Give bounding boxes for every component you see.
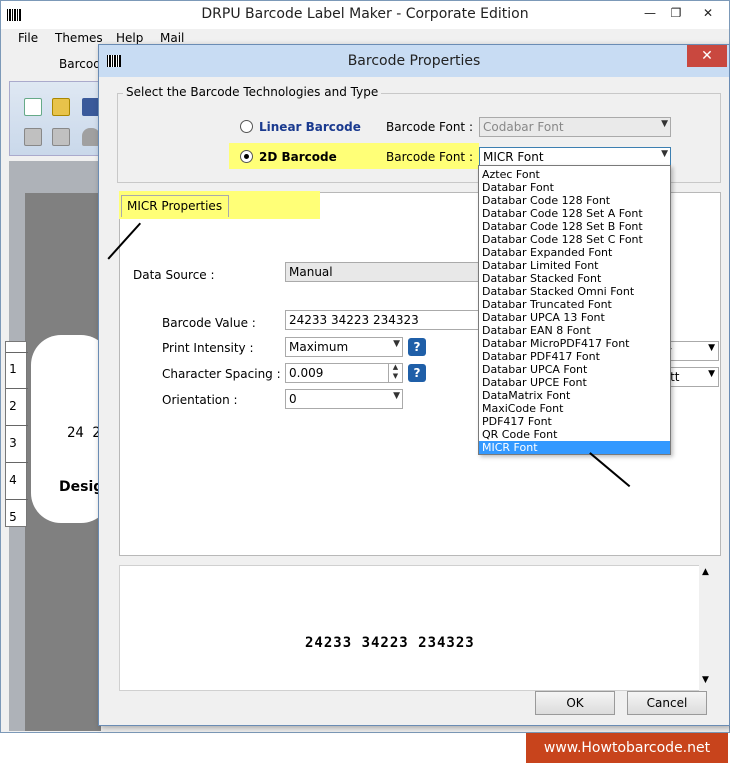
chevron-down-icon[interactable]: ▼ bbox=[661, 149, 668, 159]
chevron-down-icon[interactable]: ▼ bbox=[708, 343, 715, 353]
2d-barcode-radio[interactable] bbox=[240, 150, 253, 163]
linear-barcode-label[interactable]: Linear Barcode bbox=[259, 120, 361, 134]
dropdown-item[interactable]: Databar Code 128 Font bbox=[479, 194, 670, 207]
dropdown-item[interactable]: Aztec Font bbox=[479, 168, 670, 181]
ruler-mark: 1 bbox=[9, 362, 17, 376]
chevron-down-icon[interactable]: ▼ bbox=[393, 391, 400, 401]
tab-label: MICR Properties bbox=[127, 199, 223, 213]
dropdown-item[interactable]: Databar UPCA Font bbox=[479, 363, 670, 376]
menu-file[interactable]: File bbox=[18, 31, 38, 45]
window-title: DRPU Barcode Label Maker - Corporate Edi… bbox=[201, 6, 529, 22]
orientation-value: 0 bbox=[289, 392, 297, 406]
close-icon[interactable]: ✕ bbox=[693, 4, 723, 22]
watermark: www.Howtobarcode.net bbox=[526, 733, 728, 763]
dropdown-item[interactable]: Databar PDF417 Font bbox=[479, 350, 670, 363]
scroll-down-icon[interactable]: ▼ bbox=[702, 675, 709, 685]
tech-group-label: Select the Barcode Technologies and Type bbox=[123, 85, 382, 99]
dialog-title: Barcode Properties bbox=[347, 53, 481, 69]
barcode-value-text: 24233 34223 234323 bbox=[289, 313, 419, 327]
help-icon[interactable]: ? bbox=[408, 364, 426, 382]
linear-font-label: Barcode Font : bbox=[386, 120, 473, 134]
maximize-icon[interactable]: ❐ bbox=[665, 4, 687, 22]
spinner-icon[interactable]: ▲ ▼ bbox=[388, 363, 402, 383]
orientation-label: Orientation : bbox=[162, 393, 238, 407]
character-spacing-label: Character Spacing : bbox=[162, 367, 281, 381]
cancel-button[interactable]: Cancel bbox=[627, 691, 707, 715]
barcode-font-dropdown[interactable]: Aztec Font Databar Font Databar Code 128 F… bbox=[478, 165, 671, 455]
ruler-mark: 4 bbox=[9, 473, 17, 487]
menu-help[interactable]: Help bbox=[116, 31, 143, 45]
dropdown-item[interactable]: QR Code Font bbox=[479, 428, 670, 441]
orientation-combo[interactable]: 0 ▼ bbox=[285, 389, 403, 409]
dropdown-item[interactable]: Databar EAN 8 Font bbox=[479, 324, 670, 337]
dropdown-item[interactable]: Databar Code 128 Set A Font bbox=[479, 207, 670, 220]
help-icon[interactable]: ? bbox=[408, 338, 426, 356]
paste-icon[interactable] bbox=[52, 128, 70, 146]
2d-font-value: MICR Font bbox=[483, 150, 544, 164]
chevron-down-icon[interactable]: ▼ bbox=[393, 339, 400, 349]
dialog-titlebar: Barcode Properties ✕ bbox=[99, 45, 729, 77]
dropdown-item[interactable]: Databar Stacked Font bbox=[479, 272, 670, 285]
print-intensity-value: Maximum bbox=[289, 340, 349, 354]
dropdown-item[interactable]: Databar Font bbox=[479, 181, 670, 194]
copy-icon[interactable] bbox=[24, 128, 42, 146]
menu-mail[interactable]: Mail bbox=[160, 31, 184, 45]
linear-barcode-radio[interactable] bbox=[240, 120, 253, 133]
dropdown-item[interactable]: Databar Code 128 Set B Font bbox=[479, 220, 670, 233]
dropdown-item[interactable]: Databar Code 128 Set C Font bbox=[479, 233, 670, 246]
new-icon[interactable] bbox=[24, 98, 42, 116]
dropdown-item[interactable]: Databar Expanded Font bbox=[479, 246, 670, 259]
chevron-down-icon: ▼ bbox=[661, 119, 668, 129]
data-source-value: Manual bbox=[289, 265, 333, 279]
barcode-value-label: Barcode Value : bbox=[162, 316, 256, 330]
dropdown-item[interactable]: Databar Limited Font bbox=[479, 259, 670, 272]
dropdown-item[interactable]: MaxiCode Font bbox=[479, 402, 670, 415]
label-barcode-text: 24 2 bbox=[67, 425, 101, 441]
dropdown-item[interactable]: MICR Font bbox=[479, 441, 670, 454]
ruler-mark: 2 bbox=[9, 399, 17, 413]
chevron-down-icon[interactable]: ▼ bbox=[708, 369, 715, 379]
toolbar bbox=[9, 81, 101, 156]
print-intensity-combo[interactable]: Maximum ▼ bbox=[285, 337, 403, 357]
linear-font-value: Codabar Font bbox=[483, 120, 564, 134]
open-icon[interactable] bbox=[52, 98, 70, 116]
data-source-field[interactable]: Manual bbox=[285, 262, 481, 282]
main-titlebar: DRPU Barcode Label Maker - Corporate Edi… bbox=[1, 1, 729, 29]
dropdown-item[interactable]: Databar UPCA 13 Font bbox=[479, 311, 670, 324]
ruler-mark: 5 bbox=[9, 510, 17, 524]
dropdown-item[interactable]: Databar MicroPDF417 Font bbox=[479, 337, 670, 350]
close-icon[interactable]: ✕ bbox=[687, 45, 727, 67]
dropdown-item[interactable]: Databar UPCE Font bbox=[479, 376, 670, 389]
scroll-up-icon[interactable]: ▲ bbox=[702, 567, 709, 577]
preview-barcode-text: 24233 34223 234323 bbox=[305, 635, 475, 651]
2d-font-combo[interactable]: MICR Font ▼ bbox=[479, 147, 671, 167]
2d-barcode-label[interactable]: 2D Barcode bbox=[259, 150, 337, 164]
preview-scrollbar[interactable]: ▲ ▼ bbox=[699, 565, 715, 691]
barcode-value-input[interactable]: 24233 34223 234323 bbox=[285, 310, 481, 330]
menu-themes[interactable]: Themes bbox=[55, 31, 103, 45]
barcode-preview bbox=[119, 565, 715, 691]
minimize-icon[interactable]: — bbox=[639, 4, 661, 22]
dropdown-item[interactable]: DataMatrix Font bbox=[479, 389, 670, 402]
dropdown-item[interactable]: PDF417 Font bbox=[479, 415, 670, 428]
linear-font-combo: Codabar Font ▼ bbox=[479, 117, 671, 137]
print-intensity-label: Print Intensity : bbox=[162, 341, 254, 355]
ok-button[interactable]: OK bbox=[535, 691, 615, 715]
data-source-label: Data Source : bbox=[133, 268, 215, 282]
2d-font-label: Barcode Font : bbox=[386, 150, 473, 164]
tab-micr-properties[interactable]: MICR Properties bbox=[121, 195, 229, 217]
dropdown-item[interactable]: Databar Truncated Font bbox=[479, 298, 670, 311]
ruler-mark: 3 bbox=[9, 436, 17, 450]
vertical-ruler: 1 2 3 4 5 bbox=[5, 341, 28, 527]
label-design-text: Desig bbox=[59, 479, 104, 495]
character-spacing-input[interactable]: 0.009 ▲ ▼ bbox=[285, 363, 403, 383]
dropdown-item[interactable]: Databar Stacked Omni Font bbox=[479, 285, 670, 298]
character-spacing-value: 0.009 bbox=[289, 366, 324, 380]
